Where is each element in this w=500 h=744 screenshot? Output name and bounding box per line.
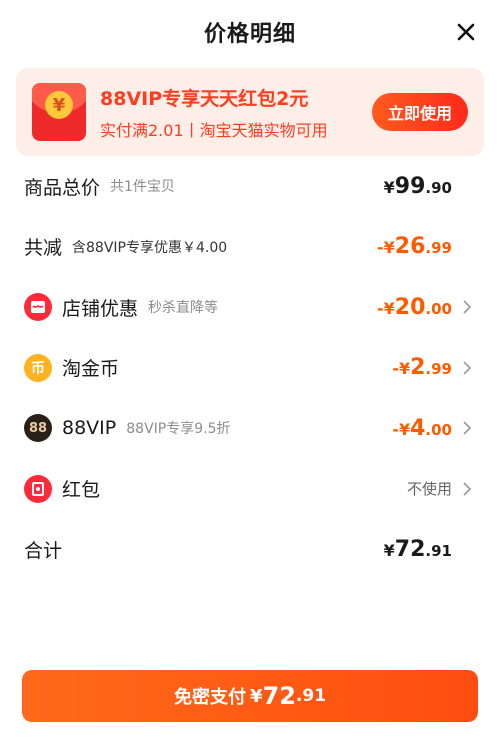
row-desc: 88VIP专享9.5折 (126, 421, 231, 438)
row-taojinbi[interactable]: 币 淘金币 -¥ 2.99 (0, 338, 500, 399)
row-desc: 秒杀直降等 (148, 300, 219, 317)
coin-icon: 币 (24, 353, 52, 382)
shop-discount-amount: -¥ 20.00 (377, 294, 452, 320)
shop-icon (24, 293, 52, 322)
vip-amount: -¥ 4.00 (392, 415, 452, 441)
row-desc: 含88VIP专享优惠￥4.00 (72, 239, 228, 256)
row-label: 88VIP (62, 417, 117, 440)
row-label: 共减 (24, 237, 63, 260)
vip-icon: 88 (24, 414, 52, 443)
red-packet-icon (24, 474, 52, 503)
header: 价格明细 (0, 0, 500, 64)
row-goods-total: 商品总价 共1件宝贝 ¥99.90 (0, 156, 500, 217)
row-label: 店铺优惠 (62, 297, 139, 320)
pay-label: 免密支付 (173, 687, 246, 708)
red-envelope-icon: ¥ (32, 83, 86, 141)
row-88vip[interactable]: 88 88VIP 88VIP专享9.5折 -¥ 4.00 (0, 398, 500, 459)
row-desc: 共1件宝贝 (110, 179, 175, 196)
total-reduce-amount: -¥ 26.99 (377, 234, 452, 260)
sum-amount: ¥72.91 (383, 536, 452, 562)
banner-title: 88VIP专享天天红包2元 (100, 87, 309, 110)
row-red-packet[interactable]: 红包 不使用 (0, 459, 500, 520)
row-total-reduce: 共减 含88VIP专享优惠￥4.00 -¥ 26.99 (0, 217, 500, 278)
page-title: 价格明细 (203, 22, 296, 47)
row-shop-discount[interactable]: 店铺优惠 秒杀直降等 -¥ 20.00 (0, 277, 500, 338)
goods-total-amount: ¥99.90 (383, 173, 452, 199)
row-label: 淘金币 (62, 358, 120, 381)
row-label: 商品总价 (24, 176, 101, 199)
pay-button[interactable]: 免密支付 ¥72.91 (22, 670, 478, 722)
close-icon[interactable] (454, 20, 478, 44)
row-label: 红包 (62, 479, 101, 502)
coin-amount: -¥ 2.99 (392, 355, 452, 381)
chevron-right-icon (463, 482, 472, 496)
chevron-right-icon (463, 300, 472, 314)
red-packet-banner: ¥ 88VIP专享天天红包2元 实付满2.01丨淘宝天猫实物可用 立即使用 (16, 68, 484, 156)
red-packet-status: 不使用 (406, 480, 452, 499)
row-label: 合计 (24, 539, 63, 562)
yuan-coin: ¥ (45, 91, 73, 119)
row-sum: 合计 ¥72.91 (0, 519, 500, 580)
chevron-right-icon (463, 421, 472, 435)
chevron-right-icon (463, 361, 472, 375)
use-now-button[interactable]: 立即使用 (372, 93, 468, 131)
banner-subtitle: 实付满2.01丨淘宝天猫实物可用 (100, 120, 328, 140)
price-detail-list: 商品总价 共1件宝贝 ¥99.90 共减 含88VIP专享优惠￥4.00 -¥ 2… (0, 156, 500, 580)
